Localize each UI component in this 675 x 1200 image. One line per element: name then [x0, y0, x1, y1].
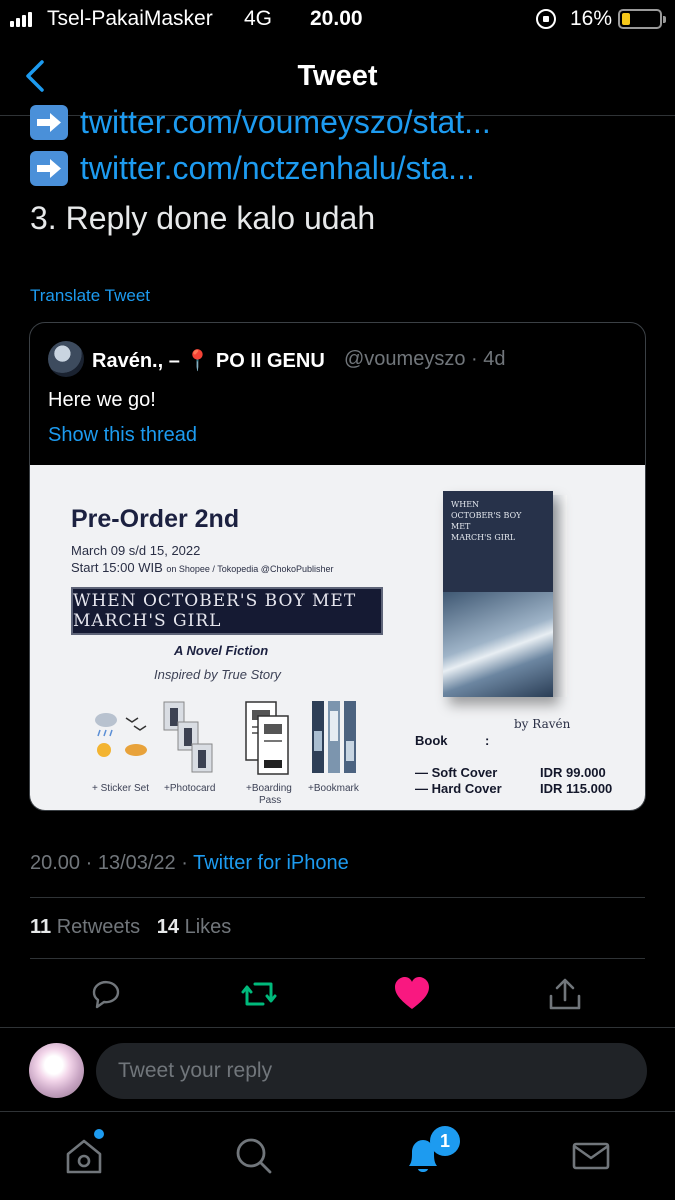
book-page-edge: [553, 495, 567, 697]
quoted-tweet-image[interactable]: Pre-Order 2nd March 09 s/d 15, 2022 Star…: [30, 465, 645, 810]
right-arrow-emoji-icon: [30, 151, 68, 186]
tab-messages[interactable]: [569, 1134, 613, 1178]
promo-title: Pre-Order 2nd: [71, 505, 240, 533]
book-author: by Ravén: [514, 717, 571, 731]
battery-icon: [618, 9, 666, 29]
home-icon: [66, 1139, 102, 1174]
mail-icon: [572, 1142, 610, 1170]
quoted-tweet-text: Here we go!: [48, 389, 156, 411]
book-cover-title-line: MARCH'S GIRL: [451, 533, 516, 542]
heart-filled-icon: [395, 977, 429, 1009]
tab-home[interactable]: [62, 1134, 106, 1178]
search-icon: [236, 1138, 272, 1174]
merch-photocard-label: +Photocard: [164, 783, 216, 794]
likes-stat[interactable]: 14 Likes: [157, 916, 232, 938]
promo-novel-label: A Novel Fiction: [174, 643, 269, 658]
promo-start-time: Start 15:00 WIB: [71, 560, 163, 575]
reply-composer: [0, 1027, 675, 1112]
orientation-lock-icon: [536, 9, 556, 29]
book-cover: WHEN OCTOBER'S BOY MET MARCH'S GIRL: [443, 491, 553, 697]
share-button[interactable]: [545, 974, 585, 1014]
promo-start-sub: on Shopee / Tokopedia @ChokoPublisher: [166, 564, 334, 574]
reply-button[interactable]: [86, 974, 126, 1014]
tweet-link-1[interactable]: twitter.com/voumeyszo/stat...: [30, 104, 491, 141]
network-type: 4G: [244, 7, 273, 30]
retweets-stat[interactable]: 11 Retweets: [30, 916, 140, 938]
book-label-colon: :: [485, 733, 490, 748]
signal-strength-icon: [10, 11, 32, 27]
divider: [30, 958, 645, 959]
sticker-set-illustration: [95, 713, 147, 757]
right-arrow-emoji-icon: [30, 105, 68, 140]
book-cover-title-line: WHEN: [451, 500, 480, 509]
round-pushpin-icon: 📍: [185, 350, 211, 372]
show-thread-link[interactable]: Show this thread: [48, 424, 197, 447]
retweets-count: 11: [30, 916, 52, 938]
home-unread-dot: [94, 1129, 104, 1139]
photocard-illustration: [163, 701, 213, 773]
promo-book-banner: WHEN OCTOBER'S BOY MET MARCH'S GIRL: [71, 587, 383, 635]
book-cover-title: WHEN OCTOBER'S BOY MET MARCH'S GIRL: [451, 499, 521, 543]
likes-count: 14: [156, 916, 180, 938]
retweet-icon: [241, 982, 277, 1006]
promo-start: Start 15:00 WIB on Shopee / Tokopedia @C…: [71, 559, 333, 578]
price-soft-value: IDR 99.000: [540, 765, 606, 780]
promo-date-range: March 09 s/d 15, 2022: [71, 543, 201, 558]
quoted-tweet-card[interactable]: Ravén., – 📍 PO II GENU @voumeyszo · 4d H…: [29, 322, 646, 811]
retweet-button[interactable]: [239, 974, 279, 1014]
book-cover-title-line: MET: [451, 522, 471, 531]
tab-bar: 1: [0, 1112, 675, 1200]
battery-fill: [622, 13, 630, 25]
tweet-link-2-text: twitter.com/nctzenhalu/sta...: [80, 150, 475, 186]
retweets-label: Retweets: [56, 916, 141, 938]
status-bar: Tsel-PakaiMasker 4G 20.00 16%: [0, 0, 675, 38]
tweet-stats: 11 Retweets 14 Likes: [30, 916, 231, 939]
book-cover-art: [443, 592, 553, 697]
tweet-meta: 20.00 · 13/03/22 · Twitter for iPhone: [30, 852, 349, 875]
tweet-text: 3. Reply done kalo udah: [30, 200, 376, 236]
divider: [30, 897, 645, 898]
merch-boarding-label-2: Pass: [259, 795, 282, 806]
book-label: Book: [415, 733, 448, 748]
boarding-pass-illustration: [245, 701, 289, 775]
promo-inspired-label: Inspired by True Story: [154, 667, 281, 682]
tweet-link-1-text: twitter.com/voumeyszo/stat...: [80, 104, 491, 140]
tweet-actions: [0, 970, 675, 1022]
notifications-badge: 1: [430, 1126, 460, 1156]
bookmark-illustration: [312, 701, 356, 773]
share-icon: [549, 978, 581, 1010]
price-hard-label: — Hard Cover: [415, 781, 502, 796]
like-button[interactable]: [392, 974, 432, 1014]
merch-sticker-label: + Sticker Set: [92, 783, 149, 794]
quoted-handle-time: @voumeyszo · 4d: [344, 348, 506, 370]
promo-dates: March 09 s/d 15, 2022 Start 15:00 WIB on…: [71, 542, 333, 578]
translate-tweet-link[interactable]: Translate Tweet: [30, 286, 150, 306]
quoted-author-name[interactable]: Ravén., – 📍 PO II GENU: [92, 348, 325, 373]
quoted-author-avatar[interactable]: [48, 341, 84, 377]
price-soft-label: — Soft Cover: [415, 765, 498, 780]
merch-boarding-label: +Boarding: [246, 783, 292, 794]
quoted-author-name-suffix: PO II GENU: [215, 350, 325, 372]
merch-bookmark-label: +Bookmark: [308, 783, 359, 794]
status-time: 20.00: [310, 7, 363, 30]
reply-input[interactable]: [96, 1043, 647, 1099]
quoted-author-name-text: Ravén., –: [92, 350, 180, 372]
tweet-source-link[interactable]: Twitter for iPhone: [193, 852, 349, 874]
likes-label: Likes: [184, 916, 232, 938]
tweet-timestamp: 20.00 · 13/03/22 ·: [30, 852, 188, 874]
reply-bubble-icon: [92, 980, 120, 1009]
tweet-link-2[interactable]: twitter.com/nctzenhalu/sta...: [30, 150, 475, 187]
page-title: Tweet: [297, 60, 378, 92]
my-avatar[interactable]: [29, 1043, 84, 1098]
battery-percent: 16%: [570, 7, 613, 30]
book-cover-title-line: OCTOBER'S BOY: [451, 511, 522, 520]
tab-search[interactable]: [232, 1134, 276, 1178]
price-hard-value: IDR 115.000: [540, 781, 613, 796]
carrier-name: Tsel-PakaiMasker: [47, 7, 213, 30]
